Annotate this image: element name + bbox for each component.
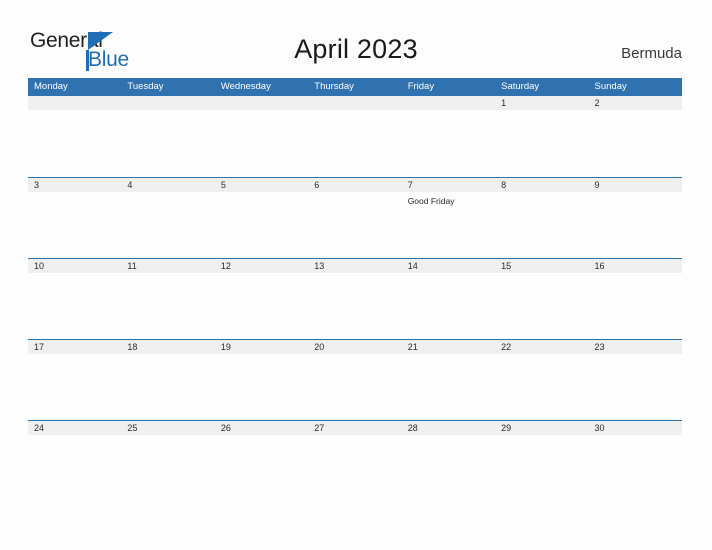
day-event	[402, 435, 495, 439]
day-event	[495, 354, 588, 358]
day-event	[495, 435, 588, 439]
day-number[interactable]: 10	[28, 259, 121, 273]
day-number[interactable]: 19	[215, 340, 308, 354]
day-number[interactable]: 16	[589, 259, 682, 273]
week-date-band: 24 25 26 27 28 29 30	[28, 420, 682, 435]
day-event	[589, 110, 682, 114]
week-row: 24 25 26 27 28 29 30	[28, 420, 682, 501]
day-number[interactable]: 29	[495, 421, 588, 435]
day-number[interactable]: 8	[495, 178, 588, 192]
day-event	[308, 192, 401, 207]
day-event	[589, 273, 682, 277]
day-number[interactable]: 9	[589, 178, 682, 192]
day-event	[589, 354, 682, 358]
day-number[interactable]: 20	[308, 340, 401, 354]
day-event	[215, 273, 308, 277]
day-number[interactable]: 18	[121, 340, 214, 354]
week-date-band: 10 11 12 13 14 15 16	[28, 258, 682, 273]
day-event	[28, 354, 121, 358]
day-event	[121, 110, 214, 114]
day-event: Good Friday	[407, 196, 455, 206]
day-event	[402, 110, 495, 114]
weekday-monday: Monday	[34, 81, 68, 92]
weekday-wednesday: Wednesday	[220, 81, 271, 92]
week-event-row	[28, 435, 682, 439]
day-number[interactable]: 11	[121, 259, 214, 273]
day-number[interactable]	[28, 96, 121, 110]
week-row: 10 11 12 13 14 15 16	[28, 258, 682, 339]
week-row: 1 2	[28, 96, 682, 177]
day-number[interactable]: 14	[402, 259, 495, 273]
day-number[interactable]	[402, 96, 495, 110]
day-event	[308, 354, 401, 358]
day-event	[121, 435, 214, 439]
week-date-band: 17 18 19 20 21 22 23	[28, 339, 682, 354]
week-row: 17 18 19 20 21 22 23	[28, 339, 682, 420]
weekday-header-row: Monday Tuesday Wednesday Thursday Friday…	[28, 78, 682, 96]
weekday-tuesday: Tuesday	[127, 81, 164, 92]
page-header: General Blue April 2023 Bermuda	[0, 0, 712, 78]
day-event	[402, 273, 495, 277]
day-number[interactable]: 3	[28, 178, 121, 192]
day-number[interactable]: 7	[402, 178, 495, 192]
week-row: 3 4 5 6 7 8 9 Good Friday	[28, 177, 682, 258]
weekday-friday: Friday	[407, 81, 435, 92]
week-event-row	[28, 354, 682, 358]
day-number[interactable]	[215, 96, 308, 110]
day-number[interactable]: 2	[589, 96, 682, 110]
day-event	[28, 273, 121, 277]
week-event-row: Good Friday	[28, 192, 682, 207]
day-number[interactable]	[121, 96, 214, 110]
day-event	[402, 354, 495, 358]
day-event	[308, 273, 401, 277]
day-event	[495, 192, 588, 207]
day-number[interactable]	[308, 96, 401, 110]
day-number[interactable]: 21	[402, 340, 495, 354]
day-event	[589, 435, 682, 439]
day-number[interactable]: 1	[495, 96, 588, 110]
day-number[interactable]: 24	[28, 421, 121, 435]
day-number[interactable]: 23	[589, 340, 682, 354]
day-event	[495, 273, 588, 277]
week-event-row	[28, 273, 682, 277]
day-event	[28, 192, 121, 207]
day-event	[589, 192, 682, 207]
day-number[interactable]: 6	[308, 178, 401, 192]
weekday-thursday: Thursday	[314, 81, 354, 92]
day-event	[308, 435, 401, 439]
day-number[interactable]: 25	[121, 421, 214, 435]
page-title: April 2023	[294, 34, 418, 64]
day-event	[28, 435, 121, 439]
week-event-row	[28, 110, 682, 114]
day-event	[495, 110, 588, 114]
week-date-band: 3 4 5 6 7 8 9	[28, 177, 682, 192]
day-number[interactable]: 17	[28, 340, 121, 354]
locale-label: Bermuda	[621, 45, 682, 62]
day-event	[308, 110, 401, 114]
day-number[interactable]: 30	[589, 421, 682, 435]
day-event	[215, 354, 308, 358]
day-event	[215, 110, 308, 114]
day-event	[121, 354, 214, 358]
weekday-sunday: Sunday	[594, 81, 627, 92]
day-number[interactable]: 12	[215, 259, 308, 273]
day-number[interactable]: 5	[215, 178, 308, 192]
day-event	[28, 110, 121, 114]
calendar-grid: Monday Tuesday Wednesday Thursday Friday…	[28, 78, 682, 501]
day-number[interactable]: 27	[308, 421, 401, 435]
week-date-band: 1 2	[28, 96, 682, 110]
day-number[interactable]: 15	[495, 259, 588, 273]
day-number[interactable]: 28	[402, 421, 495, 435]
day-event	[215, 192, 308, 207]
day-number[interactable]: 13	[308, 259, 401, 273]
day-event	[215, 435, 308, 439]
day-event	[121, 192, 214, 207]
day-event	[121, 273, 214, 277]
day-number[interactable]: 22	[495, 340, 588, 354]
day-number[interactable]: 4	[121, 178, 214, 192]
weekday-saturday: Saturday	[501, 81, 540, 92]
day-number[interactable]: 26	[215, 421, 308, 435]
